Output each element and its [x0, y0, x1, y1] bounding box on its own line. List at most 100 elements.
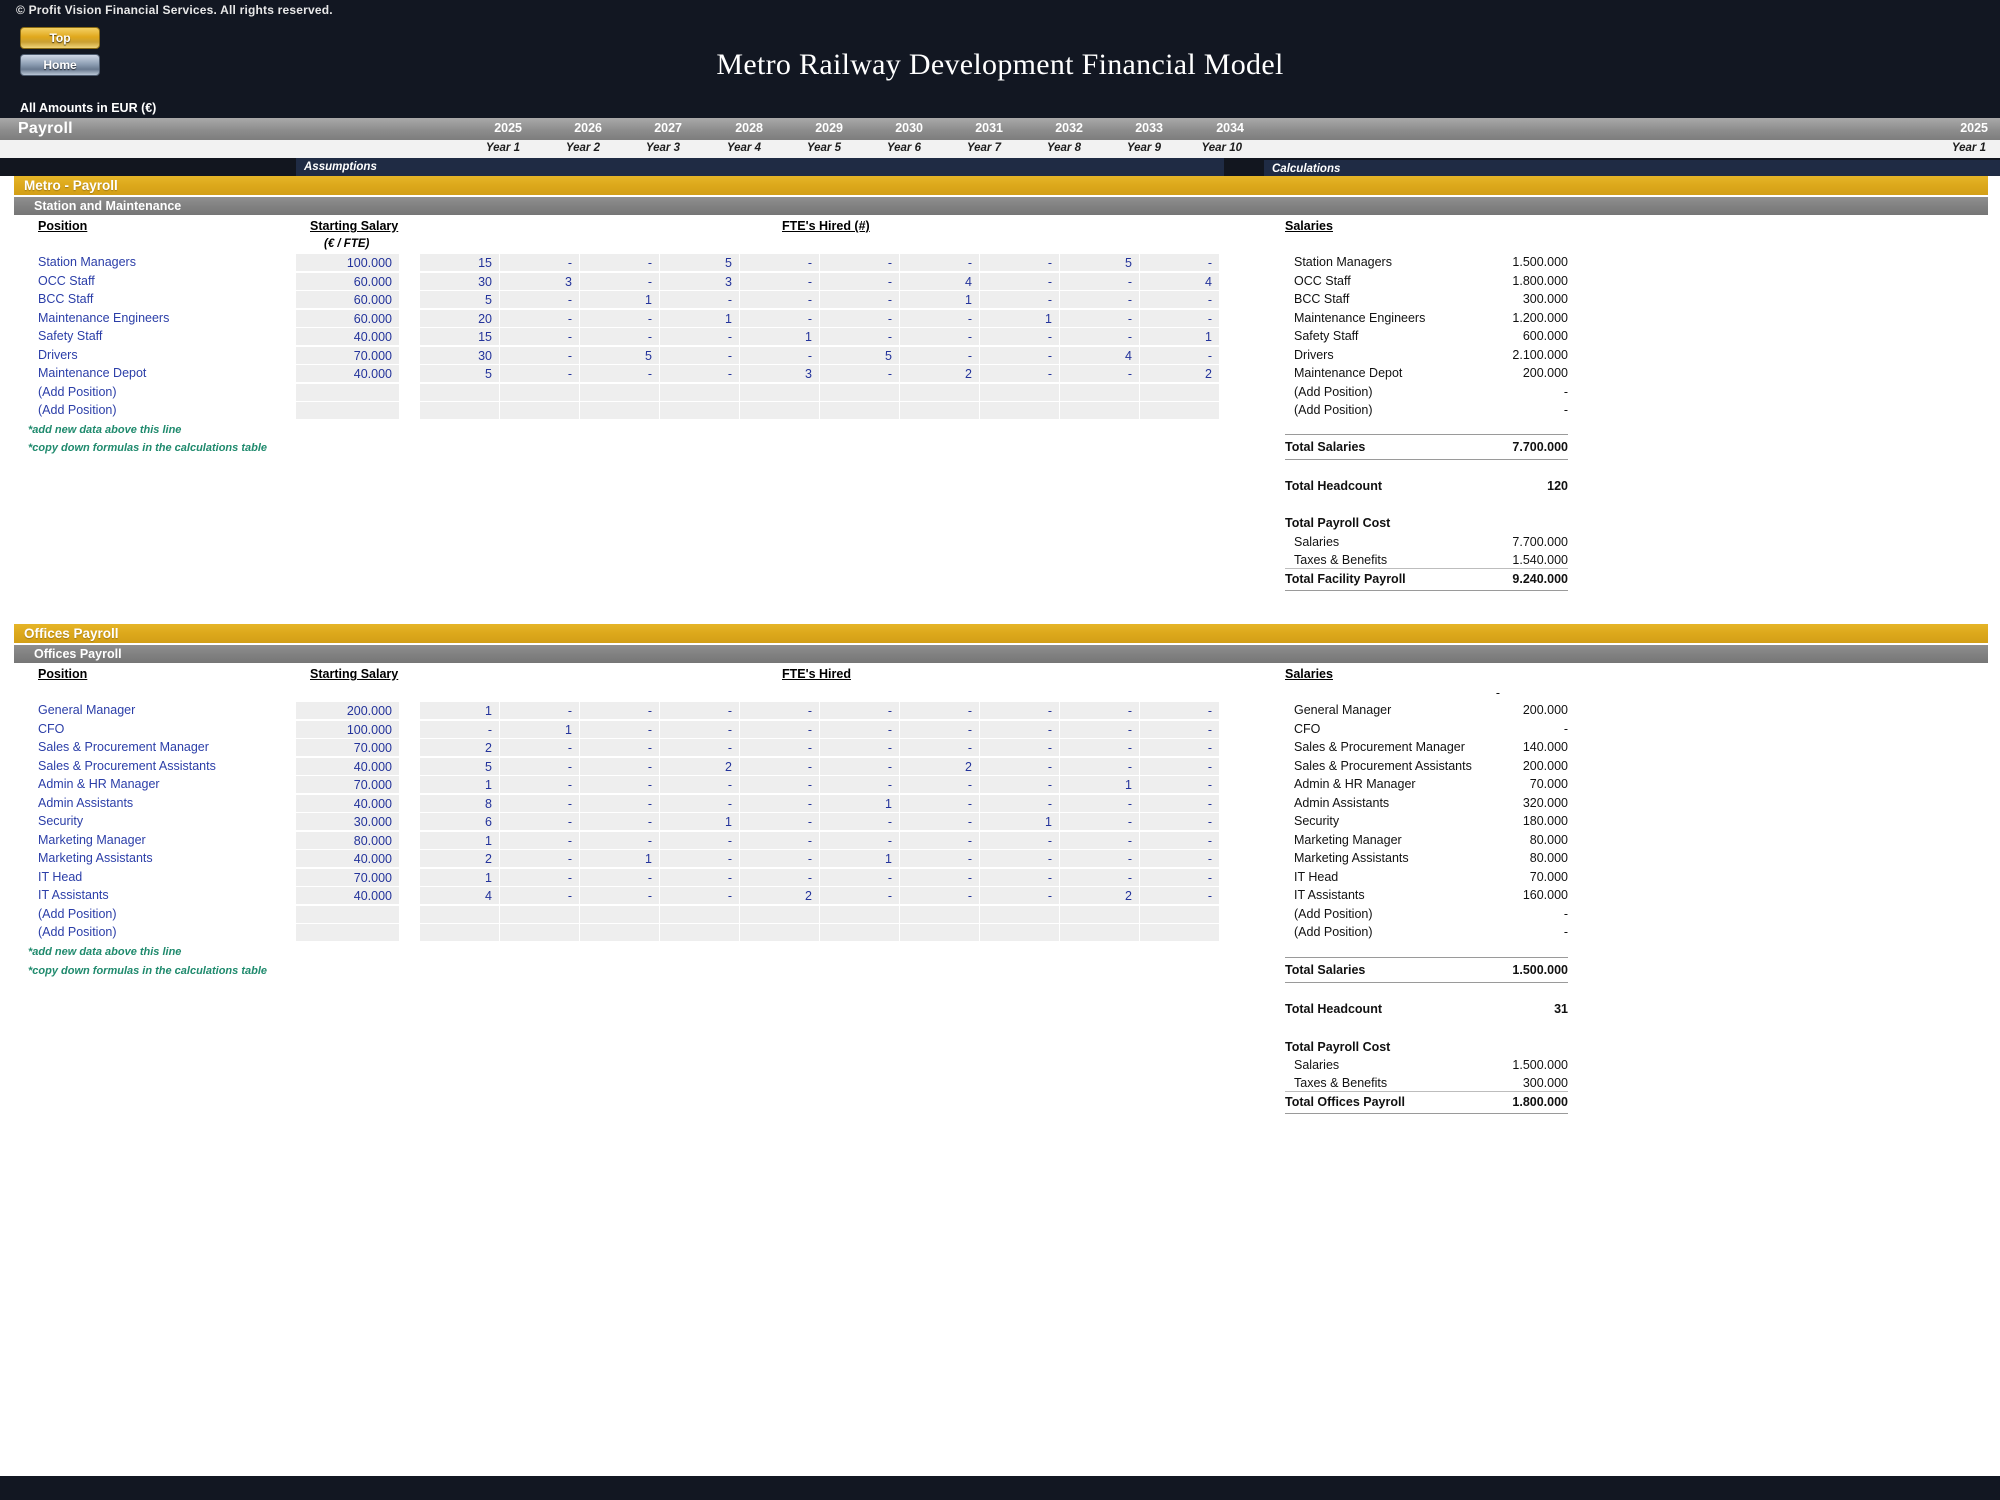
starting-salary-cell[interactable]: 40.000 — [296, 887, 400, 906]
fte-hired-cell[interactable]: 2 — [900, 757, 980, 776]
fte-hired-cell[interactable]: - — [900, 739, 980, 758]
fte-hired-cell[interactable]: - — [660, 739, 740, 758]
starting-salary-cell[interactable]: 70.000 — [296, 346, 400, 365]
fte-hired-cell[interactable]: - — [900, 813, 980, 832]
fte-hired-cell[interactable]: - — [980, 291, 1060, 310]
fte-hired-cell[interactable]: - — [660, 365, 740, 384]
fte-hired-cell[interactable]: - — [980, 702, 1060, 721]
fte-hired-cell[interactable]: - — [1060, 328, 1140, 347]
fte-hired-cell[interactable]: 6 — [420, 813, 500, 832]
fte-hired-cell[interactable]: 2 — [420, 739, 500, 758]
fte-hired-cell[interactable] — [740, 402, 820, 421]
fte-hired-cell[interactable] — [980, 905, 1060, 924]
fte-hired-cell[interactable]: 5 — [820, 346, 900, 365]
fte-hired-cell[interactable]: - — [740, 776, 820, 795]
fte-hired-cell[interactable]: - — [660, 831, 740, 850]
fte-hired-cell[interactable]: - — [1060, 794, 1140, 813]
fte-hired-cell[interactable]: - — [980, 850, 1060, 869]
starting-salary-cell[interactable] — [296, 924, 400, 943]
fte-hired-cell[interactable] — [1140, 383, 1220, 402]
fte-hired-cell[interactable]: - — [1140, 720, 1220, 739]
fte-hired-cell[interactable]: - — [580, 887, 660, 906]
fte-hired-cell[interactable] — [740, 905, 820, 924]
fte-hired-cell[interactable]: 3 — [740, 365, 820, 384]
fte-hired-cell[interactable]: 1 — [980, 813, 1060, 832]
fte-hired-cell[interactable]: - — [500, 346, 580, 365]
fte-hired-cell[interactable]: 1 — [900, 291, 980, 310]
fte-hired-cell[interactable]: - — [980, 346, 1060, 365]
fte-hired-cell[interactable] — [500, 905, 580, 924]
fte-hired-cell[interactable]: - — [740, 794, 820, 813]
starting-salary-cell[interactable]: 40.000 — [296, 328, 400, 347]
fte-hired-cell[interactable]: - — [980, 831, 1060, 850]
fte-hired-cell[interactable]: - — [820, 868, 900, 887]
fte-hired-cell[interactable]: 4 — [1140, 272, 1220, 291]
fte-hired-cell[interactable]: 1 — [420, 831, 500, 850]
fte-hired-cell[interactable]: - — [1140, 346, 1220, 365]
starting-salary-cell[interactable]: 60.000 — [296, 291, 400, 310]
fte-hired-cell[interactable]: - — [500, 813, 580, 832]
fte-hired-cell[interactable]: - — [580, 813, 660, 832]
fte-hired-cell[interactable]: - — [500, 868, 580, 887]
starting-salary-cell[interactable]: 60.000 — [296, 272, 400, 291]
fte-hired-cell[interactable]: - — [1060, 365, 1140, 384]
fte-hired-cell[interactable]: - — [1140, 794, 1220, 813]
fte-hired-cell[interactable]: - — [660, 850, 740, 869]
fte-hired-cell[interactable]: - — [660, 776, 740, 795]
starting-salary-cell[interactable]: 30.000 — [296, 813, 400, 832]
fte-hired-cell[interactable]: 1 — [420, 776, 500, 795]
fte-hired-cell[interactable]: 1 — [740, 328, 820, 347]
fte-hired-cell[interactable]: - — [980, 887, 1060, 906]
fte-hired-cell[interactable]: - — [740, 346, 820, 365]
fte-hired-cell[interactable]: - — [900, 702, 980, 721]
fte-hired-cell[interactable]: - — [980, 739, 1060, 758]
fte-hired-cell[interactable] — [1140, 402, 1220, 421]
fte-hired-cell[interactable]: 5 — [580, 346, 660, 365]
fte-hired-cell[interactable]: - — [580, 272, 660, 291]
fte-hired-cell[interactable]: - — [500, 776, 580, 795]
fte-hired-cell[interactable] — [900, 402, 980, 421]
fte-hired-cell[interactable]: - — [740, 850, 820, 869]
fte-hired-cell[interactable]: - — [740, 868, 820, 887]
fte-hired-cell[interactable]: - — [900, 887, 980, 906]
starting-salary-cell[interactable]: 80.000 — [296, 831, 400, 850]
fte-hired-cell[interactable] — [820, 383, 900, 402]
fte-hired-cell[interactable] — [820, 924, 900, 943]
fte-hired-cell[interactable]: - — [1060, 291, 1140, 310]
fte-hired-cell[interactable]: 1 — [500, 720, 580, 739]
fte-hired-cell[interactable]: - — [500, 328, 580, 347]
fte-hired-cell[interactable]: 8 — [420, 794, 500, 813]
fte-hired-cell[interactable]: - — [980, 720, 1060, 739]
fte-hired-cell[interactable]: - — [900, 254, 980, 273]
fte-hired-cell[interactable]: - — [900, 868, 980, 887]
fte-hired-cell[interactable] — [1140, 924, 1220, 943]
fte-hired-cell[interactable]: 15 — [420, 254, 500, 273]
fte-hired-cell[interactable]: - — [820, 254, 900, 273]
fte-hired-cell[interactable]: - — [1140, 254, 1220, 273]
fte-hired-cell[interactable]: - — [980, 365, 1060, 384]
fte-hired-cell[interactable]: - — [660, 702, 740, 721]
fte-hired-cell[interactable]: - — [1060, 309, 1140, 328]
starting-salary-cell[interactable]: 70.000 — [296, 868, 400, 887]
fte-hired-cell[interactable]: 4 — [900, 272, 980, 291]
fte-hired-cell[interactable]: - — [1060, 813, 1140, 832]
starting-salary-cell[interactable]: 70.000 — [296, 776, 400, 795]
fte-hired-cell[interactable]: 3 — [500, 272, 580, 291]
fte-hired-cell[interactable]: - — [900, 720, 980, 739]
fte-hired-cell[interactable] — [420, 905, 500, 924]
fte-hired-cell[interactable]: - — [980, 254, 1060, 273]
fte-hired-cell[interactable]: - — [820, 365, 900, 384]
fte-hired-cell[interactable]: - — [580, 720, 660, 739]
fte-hired-cell[interactable]: - — [580, 831, 660, 850]
fte-hired-cell[interactable]: - — [900, 776, 980, 795]
starting-salary-cell[interactable]: 200.000 — [296, 702, 400, 721]
fte-hired-cell[interactable]: - — [980, 776, 1060, 795]
fte-hired-cell[interactable]: - — [900, 850, 980, 869]
fte-hired-cell[interactable]: - — [500, 254, 580, 273]
fte-hired-cell[interactable]: - — [740, 813, 820, 832]
fte-hired-cell[interactable]: - — [740, 720, 820, 739]
fte-hired-cell[interactable]: - — [580, 254, 660, 273]
fte-hired-cell[interactable]: 1 — [580, 850, 660, 869]
fte-hired-cell[interactable]: 4 — [1060, 346, 1140, 365]
fte-hired-cell[interactable] — [1060, 402, 1140, 421]
